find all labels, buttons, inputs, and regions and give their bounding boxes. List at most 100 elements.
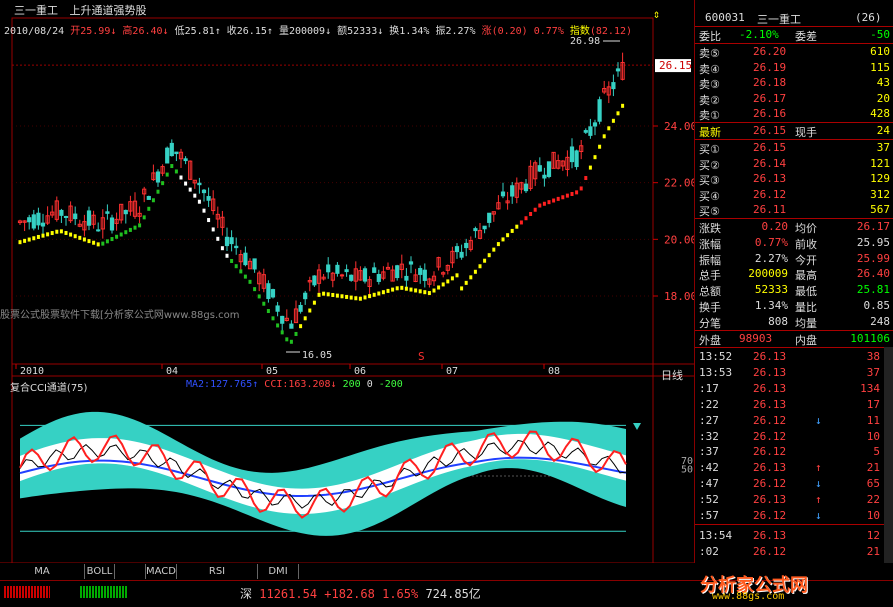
channel-dot [119, 232, 123, 237]
tick-row: :52 26.13 ↑ 22 [695, 492, 893, 508]
buy-volume: 37 [876, 141, 890, 154]
tick-volume: 21 [866, 461, 880, 475]
brand-url: www.88gs.com [712, 591, 785, 602]
tab-ma[interactable]: MA [0, 564, 85, 579]
candle-body [510, 185, 515, 197]
candle-body [583, 130, 588, 133]
chart-area[interactable]: 24.00 22.00 20.00 18.00 26.15 2010 04 05 06 07 08 S… [0, 0, 694, 563]
channel-dot [326, 292, 330, 297]
tick-time: :37 [699, 445, 719, 459]
channel-dot [519, 220, 523, 225]
candle-body [270, 289, 276, 298]
channel-dot [460, 286, 464, 291]
tick-volume: 22 [866, 493, 880, 507]
market-amount: 724.85亿 [425, 587, 481, 601]
tab-macd[interactable]: MACD [146, 564, 177, 579]
candle-body [105, 211, 110, 214]
channel-dot [230, 258, 234, 263]
channel-dot [496, 242, 500, 247]
buy-volume: 567 [870, 203, 890, 217]
price-tag: 26.15 [659, 59, 692, 72]
candle-body [31, 214, 36, 229]
channel-dot [197, 199, 201, 204]
buy-level-label: 买① [699, 143, 720, 156]
channel-dot [363, 295, 367, 300]
tab-rsi[interactable]: RSI [177, 564, 258, 579]
stat-value: 25.99 [856, 251, 890, 265]
candle-body [27, 217, 32, 223]
candle-body [611, 82, 616, 90]
scroll-arrow-icon[interactable]: ⇕ [653, 7, 660, 21]
sell-level-row: 卖② 26.17 20 [695, 91, 893, 107]
tick-time: :22 [699, 397, 719, 411]
tick-volume: 12 [866, 529, 880, 542]
sell-price: 26.18 [753, 76, 787, 90]
candle-body [597, 99, 602, 122]
amount-label: 额 [337, 26, 348, 37]
sell-price: 26.17 [753, 91, 787, 105]
channel-dot [105, 239, 109, 244]
sell-price: 26.16 [753, 107, 787, 121]
buy-price: 26.13 [753, 172, 787, 186]
channel-dot [271, 316, 275, 321]
stat-label: 最低 [795, 285, 817, 299]
candle-body [422, 269, 427, 281]
market-index: 11261.54 [259, 587, 318, 601]
stat-label: 涨幅 [699, 237, 721, 251]
sub-chart-title: 复合CCI通道(75) [10, 383, 88, 394]
high-note: 26.98 [570, 36, 600, 47]
candle-body [243, 252, 248, 266]
channel-dot [257, 294, 261, 299]
high-value: 26.40 [132, 26, 163, 37]
candle-body [546, 161, 552, 177]
buy-level-row: 买② 26.14 121 [695, 156, 893, 172]
tick-price: 26.12 [753, 509, 787, 522]
stat-row: 总手 200009 最高 26.40 [695, 266, 893, 282]
price-chart[interactable]: 24.00 22.00 20.00 18.00 26.15 2010 04 05 06 07 08 S… [0, 0, 694, 563]
channel-dot [64, 230, 68, 235]
candle-body [404, 275, 409, 281]
tick-time: :32 [699, 429, 719, 443]
tab-dmi[interactable]: DMI [258, 564, 299, 579]
channel-dot [506, 233, 510, 238]
change-label: 涨 [481, 26, 492, 37]
tick-volume: 38 [866, 350, 880, 363]
candle-body [169, 142, 174, 157]
channel-dot [464, 280, 468, 285]
channel-dot [584, 176, 588, 181]
channel-dot [92, 240, 96, 245]
channel-dot [147, 206, 151, 211]
tick-price: 26.12 [753, 545, 787, 558]
channel-dot [216, 236, 220, 241]
channel-dot [469, 275, 473, 280]
open-item: 开25.99↓ [70, 26, 117, 37]
y-tick-label: 18.00 [664, 290, 694, 303]
x-tick-label: 07 [446, 366, 458, 377]
y-tick-label: 20.00 [664, 233, 694, 246]
sell-price: 26.19 [753, 60, 787, 74]
tick-volume: 5 [873, 445, 880, 459]
tick-row: :32 26.12 10 [695, 429, 893, 445]
period-label[interactable]: 日线 [661, 367, 683, 383]
stat-row: 总额 52333 最低 25.81 [695, 282, 893, 298]
tab-boll[interactable]: BOLL [85, 564, 115, 579]
channel-dot [358, 296, 362, 301]
stat-label: 今开 [795, 253, 817, 267]
tick-price: 26.12 [753, 477, 787, 491]
open-label: 开 [70, 26, 81, 37]
sell-volume: 428 [870, 107, 890, 121]
sell-level-label: 卖① [699, 109, 720, 123]
waipan-row: 外盘 98903 内盘 101106 [695, 331, 893, 347]
candle-body [266, 283, 271, 299]
candle-body [146, 195, 151, 200]
stat-row: 涨跌 0.20 均价 26.17 [695, 219, 893, 235]
tick-time: :02 [699, 545, 719, 558]
stat-value: 0.20 [761, 220, 789, 233]
latest-value: 26.15 [753, 124, 787, 137]
channel-dot [207, 218, 211, 223]
channel-dot [455, 273, 459, 278]
tick-price: 26.13 [753, 365, 787, 379]
market-name: 深 [240, 587, 253, 601]
tick-scrollbar[interactable] [884, 347, 893, 563]
candle-body [408, 261, 414, 265]
